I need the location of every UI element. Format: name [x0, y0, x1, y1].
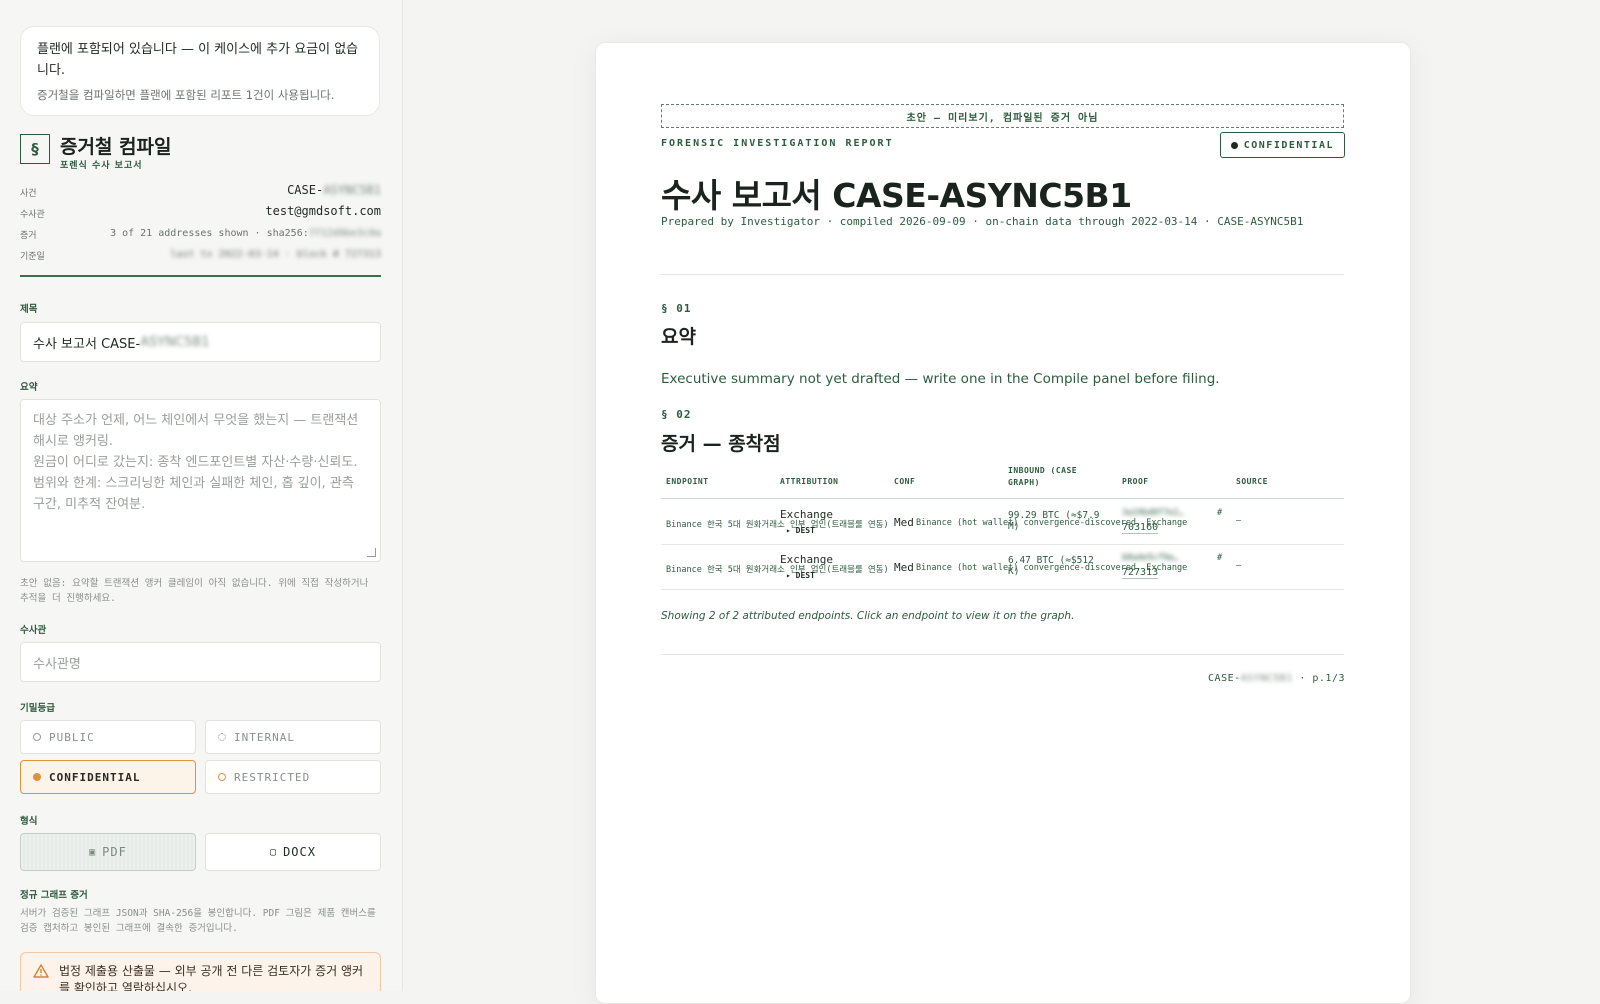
classification-public[interactable]: PUBLIC: [20, 720, 196, 754]
meta-case-value: CASE-ASYNC5B1: [287, 183, 381, 197]
summary-textarea[interactable]: 대상 주소가 언제, 어느 체인에서 무엇을 했는지 — 트랜잭션 해시로 앵커…: [20, 399, 381, 562]
summary-placeholder-line: 범위와 한계: 스크리닝한 체인과 실패한 체인, 홉 깊이, 관측 구간, 미…: [33, 476, 354, 512]
title-label: 제목: [20, 304, 38, 315]
meta-evidence-value: 3 of 21 addresses shown · sha256:7f12d9b…: [110, 228, 381, 239]
meta-evidence-label: 증거: [20, 231, 37, 241]
confidential-badge: CONFIDENTIAL: [1219, 132, 1345, 158]
classification-restricted[interactable]: RESTRICTED: [205, 760, 381, 794]
dot-icon: [1230, 141, 1238, 149]
plan-info-card: 플랜에 포함되어 있습니다 — 이 케이스에 추가 요금이 없습니다. 증거철을…: [20, 26, 380, 116]
divider: [20, 275, 381, 277]
plan-info-line: 플랜에 포함되어 있습니다 — 이 케이스에 추가 요금이 없습니다.: [37, 42, 359, 78]
inbound-amount: 99.29 BTC (≈$7.9 M): [1008, 510, 1100, 532]
divider: [661, 498, 1344, 499]
report-preview: 초안 — 미리보기, 컴파일된 증거 아님 FORENSIC INVESTIGA…: [595, 42, 1411, 1004]
divider: [661, 654, 1344, 655]
column-header: ENDPOINT: [666, 477, 709, 486]
inbound-amount: 6.47 BTC (≈$512 K): [1008, 555, 1094, 577]
investigator-input[interactable]: 수사관명: [20, 642, 381, 682]
radio-icon: [33, 733, 41, 741]
meta-basis-value: last tx 2022-03-14 · block # 727313: [170, 249, 381, 260]
table-row[interactable]: Binance 한국 5대 원화거래소 인부 업인(트래블룰 연동) Excha…: [661, 500, 1344, 545]
section-title: 증거 — 종착점: [661, 433, 781, 455]
classification-internal[interactable]: INTERNAL: [205, 720, 381, 754]
proof-hash-link[interactable]: #: [1217, 508, 1222, 518]
draft-banner: 초안 — 미리보기, 컴파일된 증거 아님: [661, 104, 1344, 128]
proof-tx[interactable]: b8a4e5cf9a…: [1122, 553, 1178, 563]
dest-tag: ▸ DEST: [786, 526, 815, 535]
proof-tx[interactable]: 3a19bd0f7e2…: [1122, 508, 1183, 518]
source-value: —: [1236, 516, 1242, 526]
court-warning: 법정 제출용 산출물 — 외부 공개 전 다른 검토자가 증거 앵커를 확인하고…: [20, 952, 381, 991]
summary-hint: 초안 없음: 요약할 트랜잭션 앵커 클레임이 아직 없습니다. 위에 직접 작…: [20, 578, 369, 604]
compile-subtitle: 포렌식 수사 보고서: [60, 161, 143, 171]
table-row[interactable]: Binance 한국 5대 원화거래소 인부 업인(트래블룰 연동) Excha…: [661, 545, 1344, 590]
radio-icon: [218, 773, 226, 781]
column-header: CONF: [894, 477, 916, 486]
endpoint-name: Binance 한국 5대 원화거래소 인부 업인(트래블룰 연동): [666, 565, 889, 575]
column-header: PROOF: [1122, 477, 1149, 486]
docx-icon: ▢: [270, 846, 278, 858]
column-header: INBOUND (CASE GRAPH): [1008, 466, 1078, 487]
format-label: 형식: [20, 816, 38, 827]
investigator-label: 수사관: [20, 625, 47, 636]
compile-panel: 플랜에 포함되어 있습니다 — 이 케이스에 추가 요금이 없습니다. 증거철을…: [0, 0, 403, 991]
warning-text: 법정 제출용 산출물 — 외부 공개 전 다른 검토자가 증거 앵커를 확인하고…: [59, 964, 364, 991]
dest-tag: ▸ DEST: [786, 571, 815, 580]
radio-icon: [218, 733, 226, 741]
proof-block[interactable]: 703160: [1122, 522, 1159, 534]
meta-investigator-value: test@gmdsoft.com: [265, 204, 381, 218]
graph-evidence-label: 정규 그래프 증거: [20, 890, 88, 901]
proof-hash-link[interactable]: #: [1217, 553, 1222, 563]
table-note: Showing 2 of 2 attributed endpoints. Cli…: [661, 610, 1075, 622]
section-number: § 01: [661, 302, 692, 315]
page-footer: CASE-ASYNC5B1 · p.1/3: [1208, 673, 1345, 684]
source-value: —: [1236, 561, 1242, 571]
proof-block[interactable]: 727313: [1122, 567, 1159, 579]
confidence: Med: [894, 561, 914, 574]
meta-row-investigator: 수사관 test@gmdsoft.com: [20, 204, 381, 225]
confidence: Med: [894, 516, 914, 529]
meta-row-evidence: 증거 3 of 21 addresses shown · sha256:7f12…: [20, 225, 381, 246]
endpoint-name: Binance 한국 5대 원화거래소 인부 업인(트래블룰 연동): [666, 520, 889, 530]
summary-placeholder-line: 대상 주소가 언제, 어느 체인에서 무엇을 했는지 — 트랜잭션 해시로 앵커…: [33, 413, 359, 449]
summary-label: 요약: [20, 382, 38, 393]
case-meta: 사건 CASE-ASYNC5B1 수사관 test@gmdsoft.com 증거…: [20, 183, 381, 267]
classification-label: 기밀등급: [20, 703, 55, 714]
report-type-label: FORENSIC INVESTIGATION REPORT: [661, 138, 894, 149]
meta-basis-label: 기준일: [20, 252, 45, 262]
meta-case-label: 사건: [20, 189, 37, 199]
section-number: § 02: [661, 408, 692, 421]
attribution-type: Exchange: [780, 553, 833, 566]
format-docx-button[interactable]: ▢ DOCX: [205, 833, 381, 871]
column-header: SOURCE: [1236, 477, 1268, 486]
classification-confidential[interactable]: CONFIDENTIAL: [20, 760, 196, 794]
plan-info-subline: 증거철을 컴파일하면 플랜에 포함된 리포트 1건이 사용됩니다.: [37, 88, 335, 102]
summary-text: Executive summary not yet drafted — writ…: [661, 371, 1220, 387]
warning-icon: [33, 964, 49, 978]
graph-evidence-hint: 서버가 검증된 그래프 JSON과 SHA-256을 봉인합니다. PDF 그림…: [20, 908, 376, 934]
meta-row-basis: 기준일 last tx 2022-03-14 · block # 727313: [20, 246, 381, 267]
compile-title: 증거철 컴파일: [60, 136, 172, 158]
title-input[interactable]: 수사 보고서 CASE- ASYNC5B1: [20, 322, 381, 362]
meta-investigator-label: 수사관: [20, 210, 45, 220]
column-header: ATTRIBUTION: [780, 477, 839, 486]
summary-placeholder-line: 원금이 어디로 갔는지: 종착 엔드포인트별 자산·수량·신뢰도.: [33, 455, 358, 470]
divider: [661, 274, 1344, 275]
section-title: 요약: [661, 326, 696, 348]
radio-selected-icon: [33, 773, 41, 781]
format-pdf-button[interactable]: ▣ PDF: [20, 833, 196, 871]
meta-row-case: 사건 CASE-ASYNC5B1: [20, 183, 381, 204]
section-icon: §: [20, 134, 50, 164]
pdf-icon: ▣: [89, 846, 97, 858]
report-title: 수사 보고서 CASE-ASYNC5B1: [661, 176, 1132, 215]
report-byline: Prepared by Investigator · compiled 2026…: [661, 215, 1304, 228]
compile-header: § 증거철 컴파일 포렌식 수사 보고서: [20, 132, 380, 172]
attribution-type: Exchange: [780, 508, 833, 521]
resize-handle-icon[interactable]: [367, 548, 376, 557]
